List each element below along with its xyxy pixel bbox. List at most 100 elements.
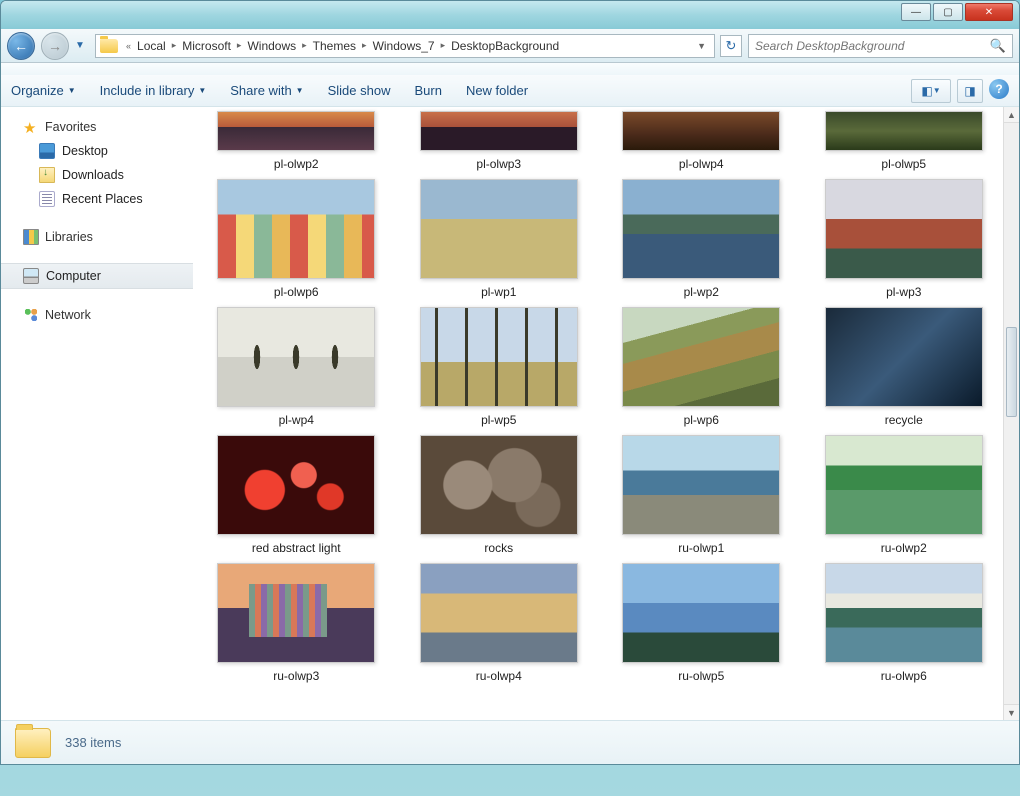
sidebar-libraries[interactable]: Libraries (1, 225, 193, 249)
file-item[interactable]: pl-olwp3 (412, 111, 587, 171)
sidebar-item-desktop[interactable]: Desktop (1, 139, 193, 163)
file-item[interactable]: ru-olwp3 (209, 563, 384, 683)
file-name: pl-wp6 (684, 413, 719, 427)
minimize-button[interactable]: — (901, 3, 931, 21)
maximize-button[interactable]: ▢ (933, 3, 963, 21)
sidebar-favorites[interactable]: ★Favorites (1, 115, 193, 139)
thumbnail-image (622, 563, 780, 663)
slideshow-button[interactable]: Slide show (328, 83, 391, 98)
recent-places-icon (39, 191, 55, 207)
file-item[interactable]: ru-olwp2 (817, 435, 992, 555)
sidebar-item-computer[interactable]: Computer (1, 263, 193, 289)
file-item[interactable]: pl-wp4 (209, 307, 384, 427)
file-item[interactable]: pl-olwp6 (209, 179, 384, 299)
file-item[interactable]: pl-wp2 (614, 179, 789, 299)
scroll-down-button[interactable]: ▼ (1004, 704, 1019, 720)
thumbnail-image (420, 563, 578, 663)
burn-button[interactable]: Burn (414, 83, 441, 98)
sidebar-label: Recent Places (62, 192, 143, 206)
history-dropdown[interactable]: ▼ (75, 40, 89, 51)
help-button[interactable]: ? (989, 79, 1009, 99)
file-item[interactable]: ru-olwp4 (412, 563, 587, 683)
thumbnail-image (217, 307, 375, 407)
file-item[interactable]: pl-wp5 (412, 307, 587, 427)
search-icon[interactable]: 🔍 (990, 38, 1006, 54)
file-name: ru-olwp5 (678, 669, 724, 683)
file-item[interactable]: pl-wp3 (817, 179, 992, 299)
scroll-thumb[interactable] (1006, 327, 1017, 417)
network-icon (23, 307, 39, 323)
chevron-right-icon[interactable]: ▸ (437, 40, 450, 51)
chevron-right-icon[interactable]: ▸ (358, 40, 371, 51)
computer-icon (23, 268, 39, 284)
file-name: pl-wp4 (279, 413, 314, 427)
folder-icon (15, 728, 51, 758)
thumbnail-image (622, 179, 780, 279)
file-item[interactable]: ru-olwp6 (817, 563, 992, 683)
thumbnail-image (217, 435, 375, 535)
search-input[interactable] (755, 39, 990, 53)
breadcrumb-dropdown[interactable]: ▼ (697, 41, 710, 51)
file-item[interactable]: rocks (412, 435, 587, 555)
scroll-up-button[interactable]: ▲ (1004, 107, 1019, 123)
address-bar: ← → ▼ « Local▸ Microsoft▸ Windows▸ Theme… (1, 29, 1019, 63)
sidebar-label: Libraries (45, 230, 93, 244)
new-folder-button[interactable]: New folder (466, 83, 528, 98)
breadcrumb-segment[interactable]: Windows (245, 39, 298, 53)
navigation-pane: ★Favorites Desktop Downloads Recent Plac… (1, 107, 193, 720)
item-count: 338 items (65, 735, 121, 750)
change-view-button[interactable]: ◧ ▼ (911, 79, 951, 103)
file-item[interactable]: ru-olwp5 (614, 563, 789, 683)
file-name: ru-olwp6 (881, 669, 927, 683)
share-with-menu[interactable]: Share with▼ (230, 83, 303, 98)
thumbnail-image (825, 111, 983, 151)
thumbnail-image (217, 179, 375, 279)
breadcrumb-overflow[interactable]: « (122, 41, 135, 51)
sidebar-item-downloads[interactable]: Downloads (1, 163, 193, 187)
breadcrumb-segment[interactable]: Local (135, 39, 168, 53)
file-name: ru-olwp1 (678, 541, 724, 555)
folder-icon (100, 39, 118, 53)
chevron-down-icon: ▼ (68, 86, 76, 95)
file-item[interactable]: recycle (817, 307, 992, 427)
file-name: pl-olwp6 (274, 285, 319, 299)
breadcrumb-segment[interactable]: Windows_7 (371, 39, 437, 53)
include-in-library-menu[interactable]: Include in library▼ (100, 83, 207, 98)
search-box[interactable]: 🔍 (748, 34, 1013, 58)
chevron-right-icon[interactable]: ▸ (233, 40, 246, 51)
breadcrumb-segment[interactable]: DesktopBackground (449, 39, 561, 53)
sidebar-item-network[interactable]: Network (1, 303, 193, 327)
libraries-icon (23, 229, 39, 245)
file-item[interactable]: ru-olwp1 (614, 435, 789, 555)
file-item[interactable]: pl-wp6 (614, 307, 789, 427)
back-button[interactable]: ← (7, 32, 35, 60)
refresh-button[interactable]: ↻ (720, 35, 742, 57)
file-name: pl-olwp3 (476, 157, 521, 171)
file-item[interactable]: pl-olwp4 (614, 111, 789, 171)
sidebar-item-recent-places[interactable]: Recent Places (1, 187, 193, 211)
sidebar-label: Desktop (62, 144, 108, 158)
file-item[interactable]: pl-olwp5 (817, 111, 992, 171)
explorer-window: — ▢ ✕ ← → ▼ « Local▸ Microsoft▸ Windows▸… (0, 0, 1020, 765)
desktop-icon (39, 143, 55, 159)
vertical-scrollbar[interactable]: ▲ ▼ (1003, 107, 1019, 720)
thumbnail-image (825, 307, 983, 407)
breadcrumb-segment[interactable]: Microsoft (180, 39, 233, 53)
chevron-right-icon[interactable]: ▸ (298, 40, 311, 51)
breadcrumb[interactable]: « Local▸ Microsoft▸ Windows▸ Themes▸ Win… (95, 34, 715, 58)
file-name: ru-olwp2 (881, 541, 927, 555)
file-item[interactable]: pl-wp1 (412, 179, 587, 299)
file-name: pl-olwp2 (274, 157, 319, 171)
file-item[interactable]: red abstract light (209, 435, 384, 555)
explorer-body: ★Favorites Desktop Downloads Recent Plac… (1, 107, 1019, 720)
titlebar: — ▢ ✕ (1, 1, 1019, 29)
thumbnail-grid[interactable]: pl-olwp2 pl-olwp3 pl-olwp4 pl-olwp5 pl-olwp6… (193, 107, 1003, 720)
file-item[interactable]: pl-olwp2 (209, 111, 384, 171)
breadcrumb-segment[interactable]: Themes (311, 39, 358, 53)
sidebar-label: Favorites (45, 120, 96, 134)
organize-menu[interactable]: Organize▼ (11, 83, 76, 98)
preview-pane-button[interactable]: ◨ (957, 79, 983, 103)
close-button[interactable]: ✕ (965, 3, 1013, 21)
forward-button[interactable]: → (41, 32, 69, 60)
chevron-right-icon[interactable]: ▸ (168, 40, 181, 51)
